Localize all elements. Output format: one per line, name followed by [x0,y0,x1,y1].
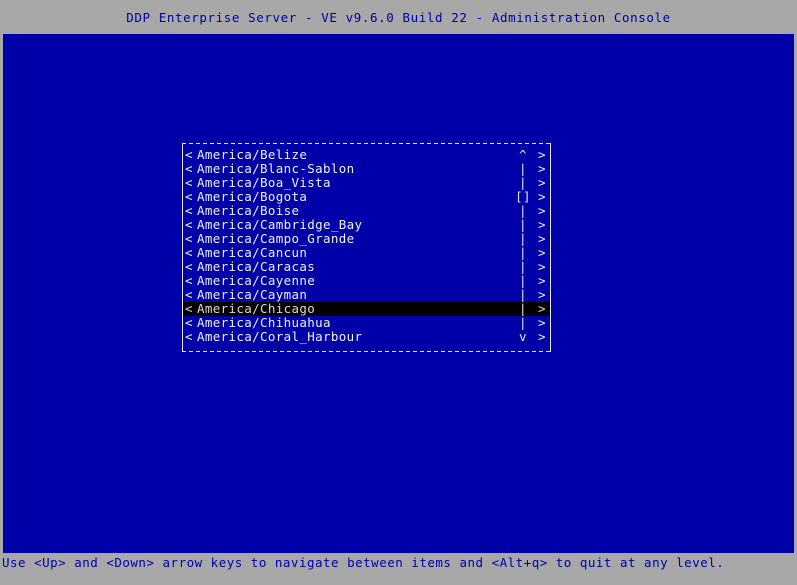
list-item[interactable]: < America/Cancun | > [183,246,550,260]
left-arrow-icon: < [185,217,193,232]
list-item[interactable]: < America/Cayenne | > [183,274,550,288]
list-item-label: America/Chicago [197,302,316,316]
status-bar: Use <Up> and <Down> arrow keys to naviga… [2,553,794,585]
scrollbar-cell[interactable]: | [512,246,534,260]
title-bar: DDP Enterprise Server - VE v9.6.0 Build … [3,0,794,34]
left-arrow-icon: < [185,301,193,316]
scrollbar-cell[interactable]: | [512,274,534,288]
terminal-screen: DDP Enterprise Server - VE v9.6.0 Build … [0,0,797,585]
list-item-label: America/Coral_Harbour [197,330,363,344]
list-item-label: America/Boise [197,204,300,218]
list-item[interactable]: < America/Cambridge_Bay | > [183,218,550,232]
timezone-list[interactable]: < America/Belize ^ > < America/Blanc-Sablon | >… [183,148,550,347]
timezone-selection-dialog: < America/Belize ^ > < America/Blanc-Sablon | >… [180,142,552,353]
scrollbar-cell[interactable]: | [512,260,534,274]
dialog-border-top [182,143,551,144]
left-arrow-icon: < [185,329,193,344]
list-item-label: America/Cayenne [197,274,316,288]
right-arrow-icon: > [538,231,546,246]
list-item[interactable]: < America/Boise | > [183,204,550,218]
right-arrow-icon: > [538,203,546,218]
list-item-label: America/Chihuahua [197,316,331,330]
scrollbar-cell[interactable]: v [512,330,534,344]
scrollbar-cell[interactable]: | [512,218,534,232]
right-arrow-icon: > [538,259,546,274]
scrollbar-cell[interactable]: | [512,176,534,190]
left-arrow-icon: < [185,147,193,162]
list-item[interactable]: < America/Boa_Vista | > [183,176,550,190]
list-item[interactable]: < America/Bogota [] > [183,190,550,204]
page-title: DDP Enterprise Server - VE v9.6.0 Build … [126,9,671,25]
list-item-label: America/Campo_Grande [197,232,355,246]
right-arrow-icon: > [538,287,546,302]
list-item-label: America/Boa_Vista [197,176,331,190]
scrollbar-cell[interactable]: [] [512,190,534,204]
right-arrow-icon: > [538,189,546,204]
scrollbar-cell[interactable]: ^ [512,148,534,162]
left-arrow-icon: < [185,161,193,176]
status-bar-hint: Use <Up> and <Down> arrow keys to naviga… [2,555,725,570]
left-arrow-icon: < [185,273,193,288]
right-arrow-icon: > [538,273,546,288]
list-item-label: America/Belize [197,148,308,162]
dialog-border-right [550,143,551,352]
scrollbar-cell[interactable]: | [512,302,534,316]
right-arrow-icon: > [538,175,546,190]
left-arrow-icon: < [185,175,193,190]
list-item-label: America/Blanc-Sablon [197,162,355,176]
scrollbar-cell[interactable]: | [512,162,534,176]
scrollbar-cell[interactable]: | [512,232,534,246]
list-item[interactable]: < America/Belize ^ > [183,148,550,162]
list-item[interactable]: < America/Blanc-Sablon | > [183,162,550,176]
list-item[interactable]: < America/Chicago | > [183,302,550,316]
left-arrow-icon: < [185,287,193,302]
list-item[interactable]: < America/Cayman | > [183,288,550,302]
scrollbar-cell[interactable]: | [512,204,534,218]
right-arrow-icon: > [538,315,546,330]
right-arrow-icon: > [538,245,546,260]
right-arrow-icon: > [538,147,546,162]
dialog-border-bottom [182,351,551,352]
list-item-label: America/Bogota [197,190,308,204]
left-arrow-icon: < [185,245,193,260]
scrollbar-cell[interactable]: | [512,288,534,302]
right-arrow-icon: > [538,217,546,232]
list-item-label: America/Cancun [197,246,308,260]
scrollbar-cell[interactable]: | [512,316,534,330]
left-arrow-icon: < [185,315,193,330]
list-item-label: America/Caracas [197,260,316,274]
list-item[interactable]: < America/Campo_Grande | > [183,232,550,246]
list-item[interactable]: < America/Caracas | > [183,260,550,274]
list-item-label: America/Cayman [197,288,308,302]
left-arrow-icon: < [185,259,193,274]
left-arrow-icon: < [185,231,193,246]
right-arrow-icon: > [538,161,546,176]
right-arrow-icon: > [538,301,546,316]
left-arrow-icon: < [185,203,193,218]
list-item[interactable]: < America/Chihuahua | > [183,316,550,330]
list-item[interactable]: < America/Coral_Harbour v > [183,330,550,344]
right-arrow-icon: > [538,329,546,344]
list-item-label: America/Cambridge_Bay [197,218,363,232]
left-arrow-icon: < [185,189,193,204]
